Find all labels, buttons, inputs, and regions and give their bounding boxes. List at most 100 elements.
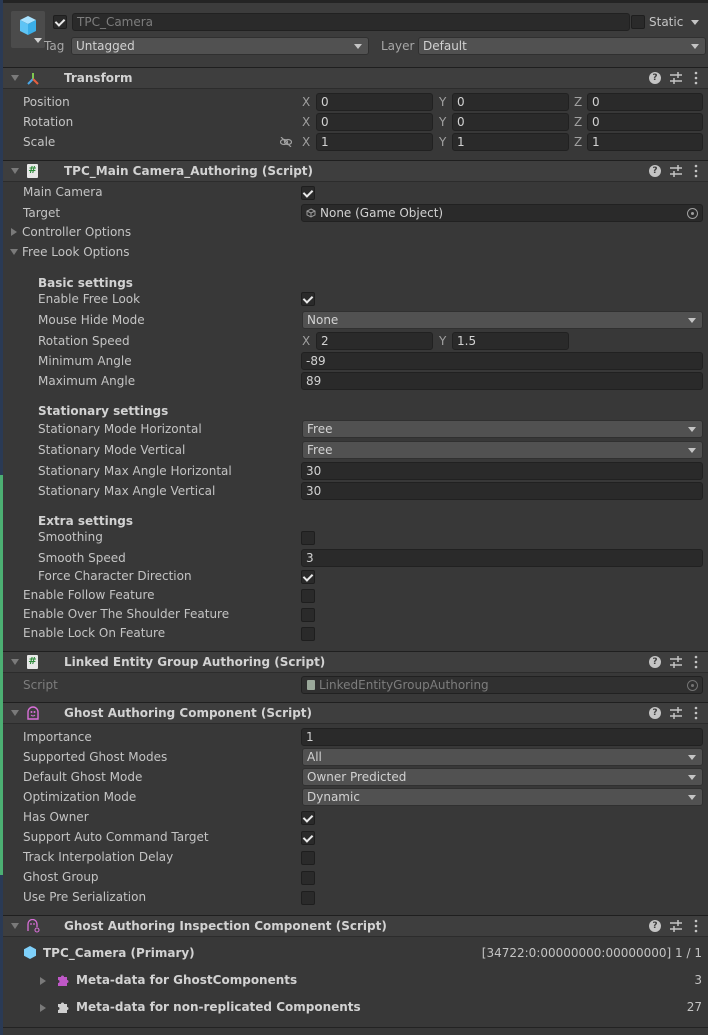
stationary-mode-horizontal-dropdown[interactable]: Free <box>302 420 703 438</box>
main-camera-checkbox[interactable] <box>301 186 315 200</box>
help-icon[interactable]: ? <box>649 165 661 177</box>
minimum-angle-input[interactable]: -89 <box>301 352 703 370</box>
foldout-arrow-icon[interactable] <box>11 659 19 665</box>
maximum-angle-input[interactable]: 89 <box>301 372 703 390</box>
ghost-group-checkbox[interactable] <box>301 871 315 885</box>
transform-title: Transform <box>64 71 133 85</box>
camera-authoring-header[interactable]: # TPC_Main Camera_Authoring (Script) ? <box>3 160 708 182</box>
has-owner-checkbox[interactable] <box>301 811 315 825</box>
support-auto-command-target-checkbox[interactable] <box>301 831 315 845</box>
more-options-icon[interactable] <box>693 919 699 933</box>
more-options-icon[interactable] <box>693 655 699 669</box>
rotation-speed-x-label[interactable]: X <box>302 334 310 348</box>
help-icon[interactable]: ? <box>649 72 661 84</box>
axis-x-label[interactable]: X <box>302 95 310 109</box>
smoothing-label: Smoothing <box>38 530 103 544</box>
more-options-icon[interactable] <box>693 164 699 178</box>
active-checkbox[interactable] <box>53 15 67 29</box>
presets-icon[interactable] <box>670 920 682 932</box>
presets-icon[interactable] <box>670 707 682 719</box>
stationary-max-angle-vertical-input[interactable]: 30 <box>301 482 703 500</box>
rotation-y-input[interactable]: 0 <box>452 113 569 131</box>
free-look-options-foldout-icon[interactable] <box>10 249 18 255</box>
axis-x-label[interactable]: X <box>302 115 310 129</box>
foldout-arrow-icon[interactable] <box>40 977 46 985</box>
axis-z-label[interactable]: Z <box>574 95 582 109</box>
controller-options-foldout[interactable]: Controller Options <box>22 225 131 239</box>
position-y-input[interactable]: 0 <box>452 93 569 111</box>
gameobject-header: TPC_Camera Static Tag Untagged Layer Def… <box>3 3 708 67</box>
optimization-mode-value: Dynamic <box>307 790 360 804</box>
meta-data-non-replicated-label[interactable]: Meta-data for non-replicated Components <box>76 1000 361 1014</box>
enable-free-look-checkbox[interactable] <box>301 292 315 306</box>
rotation-speed-y-label[interactable]: Y <box>439 334 446 348</box>
foldout-arrow-icon[interactable] <box>11 75 19 81</box>
default-ghost-mode-dropdown[interactable]: Owner Predicted <box>302 768 703 786</box>
enable-lock-on-checkbox[interactable] <box>301 627 315 641</box>
linked-entity-header[interactable]: # Linked Entity Group Authoring (Script)… <box>3 651 708 673</box>
static-dropdown-icon[interactable] <box>691 20 699 25</box>
importance-input[interactable]: 1 <box>301 728 703 746</box>
smooth-speed-input[interactable]: 3 <box>301 549 703 567</box>
tag-dropdown[interactable]: Untagged <box>71 37 369 55</box>
scale-z-input[interactable]: 1 <box>587 133 703 151</box>
foldout-arrow-icon[interactable] <box>40 1004 46 1012</box>
foldout-arrow-icon[interactable] <box>11 710 19 716</box>
static-checkbox[interactable] <box>631 15 645 29</box>
rotation-x-input[interactable]: 0 <box>316 113 433 131</box>
object-picker-icon[interactable] <box>687 208 698 219</box>
free-look-options-foldout[interactable]: Free Look Options <box>22 245 130 259</box>
ghost-group-label: Ghost Group <box>23 870 99 884</box>
enable-over-shoulder-label: Enable Over The Shoulder Feature <box>23 607 230 621</box>
constrain-proportions-icon[interactable] <box>280 137 292 147</box>
stationary-mode-horizontal-label: Stationary Mode Horizontal <box>38 422 202 436</box>
layer-dropdown[interactable]: Default <box>418 37 706 55</box>
help-icon[interactable]: ? <box>649 656 661 668</box>
enable-follow-feature-checkbox[interactable] <box>301 589 315 603</box>
target-object-field[interactable]: None (Game Object) <box>301 204 703 222</box>
mouse-hide-mode-dropdown[interactable]: None <box>302 311 703 329</box>
rotation-speed-y-input[interactable]: 1.5 <box>452 332 569 350</box>
smoothing-checkbox[interactable] <box>301 531 315 545</box>
axis-y-label[interactable]: Y <box>439 95 446 109</box>
track-interpolation-delay-checkbox[interactable] <box>301 851 315 865</box>
presets-icon[interactable] <box>670 656 682 668</box>
controller-options-foldout-icon[interactable] <box>11 228 17 236</box>
rotation-z-input[interactable]: 0 <box>587 113 703 131</box>
supported-ghost-modes-dropdown[interactable]: All <box>302 748 703 766</box>
presets-icon[interactable] <box>670 72 682 84</box>
force-character-direction-checkbox[interactable] <box>301 570 315 584</box>
gameobject-name-input[interactable]: TPC_Camera <box>72 13 630 31</box>
more-options-icon[interactable] <box>693 71 699 85</box>
foldout-arrow-icon[interactable] <box>11 168 19 174</box>
more-options-icon[interactable] <box>693 706 699 720</box>
foldout-arrow-icon[interactable] <box>11 923 19 929</box>
presets-icon[interactable] <box>670 165 682 177</box>
gameobject-icon-button[interactable] <box>11 11 45 48</box>
chevron-down-icon <box>688 755 696 760</box>
position-x-input[interactable]: 0 <box>316 93 433 111</box>
meta-data-ghost-components-label[interactable]: Meta-data for GhostComponents <box>76 973 297 987</box>
stationary-mode-vertical-dropdown[interactable]: Free <box>302 441 703 459</box>
axis-x-label[interactable]: X <box>302 135 310 149</box>
script-icon: # <box>27 655 38 669</box>
scale-x-input[interactable]: 1 <box>316 133 433 151</box>
help-icon[interactable]: ? <box>649 920 661 932</box>
position-z-input[interactable]: 0 <box>587 93 703 111</box>
ghost-authoring-header[interactable]: Ghost Authoring Component (Script) ? <box>3 702 708 724</box>
scale-y-input[interactable]: 1 <box>452 133 569 151</box>
use-pre-serialization-checkbox[interactable] <box>301 891 315 905</box>
transform-header[interactable]: Transform ? <box>3 67 708 89</box>
stationary-max-angle-horizontal-input[interactable]: 30 <box>301 462 703 480</box>
enable-over-shoulder-checkbox[interactable] <box>301 608 315 622</box>
stationary-max-angle-vertical-label: Stationary Max Angle Vertical <box>38 484 216 498</box>
optimization-mode-dropdown[interactable]: Dynamic <box>302 788 703 806</box>
entity-hexagon-icon <box>24 946 36 959</box>
axis-z-label[interactable]: Z <box>574 135 582 149</box>
help-icon[interactable]: ? <box>649 707 661 719</box>
ghost-inspection-header[interactable]: Ghost Authoring Inspection Component (Sc… <box>3 915 708 937</box>
axis-y-label[interactable]: Y <box>439 135 446 149</box>
axis-y-label[interactable]: Y <box>439 115 446 129</box>
axis-z-label[interactable]: Z <box>574 115 582 129</box>
rotation-speed-x-input[interactable]: 2 <box>316 332 433 350</box>
